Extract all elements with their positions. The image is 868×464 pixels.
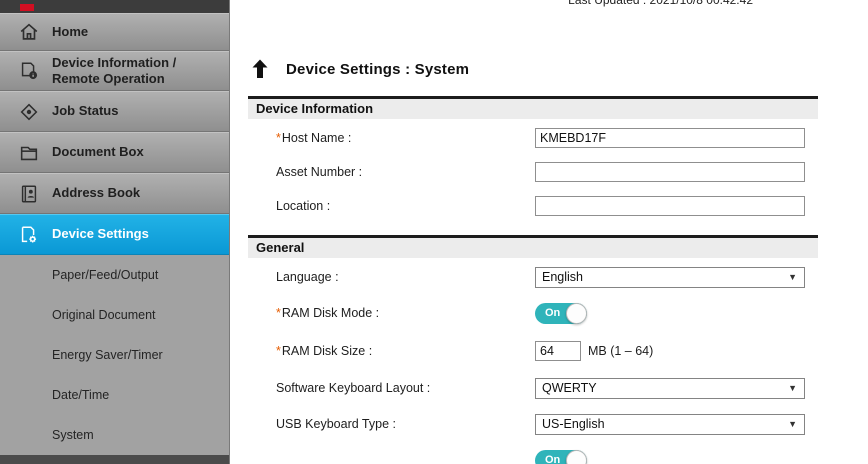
field-area: English ▼ <box>535 267 805 288</box>
sidebar-item-label: Device Settings <box>52 226 149 242</box>
ram-disk-mode-toggle[interactable]: On <box>535 303 587 324</box>
ram-disk-size-range-label: MB (1 – 64) <box>588 344 653 358</box>
sidebar: Home Device Information / Remote Operati… <box>0 0 230 464</box>
brand-logo-fragment <box>20 4 34 11</box>
field-label: Asset Number : <box>248 165 535 179</box>
location-row: Location : <box>248 189 818 223</box>
device-info-icon <box>16 58 42 84</box>
toggle-knob <box>566 450 587 464</box>
address-book-icon <box>16 181 42 207</box>
field-area: US-English ▼ <box>535 414 805 435</box>
sidebar-item-label: Device Information / Remote Operation <box>52 55 176 88</box>
sidebar-item-job-status[interactable]: Job Status <box>0 91 229 132</box>
host-name-input[interactable] <box>535 128 805 148</box>
sidebar-subitem-system[interactable]: System <box>0 415 229 455</box>
field-label-text: RAM Disk Mode : <box>282 306 379 320</box>
sidebar-item-document-box[interactable]: Document Box <box>0 132 229 173</box>
select-value: US-English <box>542 417 605 431</box>
language-select[interactable]: English ▼ <box>535 267 805 288</box>
last-updated-text: Last Updated : 2021/10/8 00:42:42 <box>568 0 753 7</box>
sidebar-item-device-information[interactable]: Device Information / Remote Operation <box>0 51 229 91</box>
asset-number-input[interactable] <box>535 162 805 182</box>
toggle-knob <box>566 303 587 324</box>
job-status-icon <box>16 99 42 125</box>
field-label: Language : <box>248 270 535 284</box>
ram-disk-size-row: *RAM Disk Size : MB (1 – 64) <box>248 332 818 370</box>
select-value: QWERTY <box>542 381 597 395</box>
page-title: Device Settings : System <box>286 61 469 78</box>
field-area: MB (1 – 64) <box>535 341 653 361</box>
required-marker: * <box>276 131 281 145</box>
field-label: *RAM Disk Size : <box>248 344 535 358</box>
sidebar-item-label: Job Status <box>52 103 118 119</box>
field-area <box>535 196 805 216</box>
sidebar-subitem-original-document[interactable]: Original Document <box>0 295 229 335</box>
page-header: Device Settings : System <box>248 52 818 86</box>
sidebar-item-home[interactable]: Home <box>0 13 229 51</box>
field-label: USB Keyboard Type : <box>248 417 535 431</box>
partially-visible-row: On <box>248 442 818 464</box>
screen: Home Device Information / Remote Operati… <box>0 0 868 464</box>
field-area: On <box>535 450 587 464</box>
section-header-device-information: Device Information <box>248 96 818 119</box>
sidebar-top-strip <box>0 0 229 13</box>
device-settings-icon <box>16 222 42 248</box>
field-label: Software Keyboard Layout : <box>248 381 535 395</box>
sidebar-item-device-settings[interactable]: Device Settings <box>0 214 229 255</box>
main-content: Last Updated : 2021/10/8 00:42:42 Device… <box>230 0 868 464</box>
software-keyboard-layout-row: Software Keyboard Layout : QWERTY ▼ <box>248 370 818 406</box>
general-rows: Language : English ▼ *RAM Disk Mode : <box>248 258 818 464</box>
sidebar-subitem-paper-feed-output[interactable]: Paper/Feed/Output <box>0 255 229 295</box>
section-header-general: General <box>248 235 818 258</box>
required-marker: * <box>276 344 281 358</box>
field-label-text: USB Keyboard Type : <box>276 417 396 431</box>
field-label-text: Language : <box>276 270 339 284</box>
field-label-text: Asset Number : <box>276 165 362 179</box>
field-area <box>535 162 805 182</box>
sidebar-item-label: Home <box>52 24 88 40</box>
field-label: *RAM Disk Mode : <box>248 306 535 320</box>
usb-keyboard-type-select[interactable]: US-English ▼ <box>535 414 805 435</box>
back-to-top-arrow-icon[interactable] <box>248 57 272 81</box>
host-name-row: *Host Name : <box>248 121 818 155</box>
sidebar-item-label: Document Box <box>52 144 144 160</box>
location-input[interactable] <box>535 196 805 216</box>
sidebar-subitem-date-time[interactable]: Date/Time <box>0 375 229 415</box>
field-label-text: Host Name : <box>282 131 351 145</box>
sidebar-item-address-book[interactable]: Address Book <box>0 173 229 214</box>
topbar: Last Updated : 2021/10/8 00:42:42 <box>230 0 868 34</box>
field-label-text: RAM Disk Size : <box>282 344 372 358</box>
field-area: QWERTY ▼ <box>535 378 805 399</box>
language-row: Language : English ▼ <box>248 260 818 294</box>
chevron-down-icon: ▼ <box>788 272 797 282</box>
field-label: *Host Name : <box>248 131 535 145</box>
required-marker: * <box>276 306 281 320</box>
sidebar-item-label: Address Book <box>52 185 140 201</box>
software-keyboard-layout-select[interactable]: QWERTY ▼ <box>535 378 805 399</box>
asset-number-row: Asset Number : <box>248 155 818 189</box>
partially-visible-toggle[interactable]: On <box>535 450 587 464</box>
sidebar-bottom-strip <box>0 455 229 464</box>
field-label: Location : <box>248 199 535 213</box>
chevron-down-icon: ▼ <box>788 419 797 429</box>
field-label-text: Software Keyboard Layout : <box>276 381 430 395</box>
field-label-text: Location : <box>276 199 330 213</box>
field-area: On <box>535 303 587 324</box>
device-settings-subnav: Paper/Feed/Output Original Document Ener… <box>0 255 229 455</box>
ram-disk-size-input[interactable] <box>535 341 581 361</box>
settings-panel: Device Settings : System Device Informat… <box>248 52 818 464</box>
home-icon <box>16 19 42 45</box>
chevron-down-icon: ▼ <box>788 383 797 393</box>
toggle-state-label: On <box>545 303 560 324</box>
document-box-icon <box>16 140 42 166</box>
sidebar-subitem-energy-saver-timer[interactable]: Energy Saver/Timer <box>0 335 229 375</box>
toggle-state-label: On <box>545 450 560 464</box>
ram-disk-mode-row: *RAM Disk Mode : On <box>248 294 818 332</box>
select-value: English <box>542 270 583 284</box>
field-area <box>535 128 805 148</box>
device-information-rows: *Host Name : Asset Number : <box>248 119 818 225</box>
usb-keyboard-type-row: USB Keyboard Type : US-English ▼ <box>248 406 818 442</box>
